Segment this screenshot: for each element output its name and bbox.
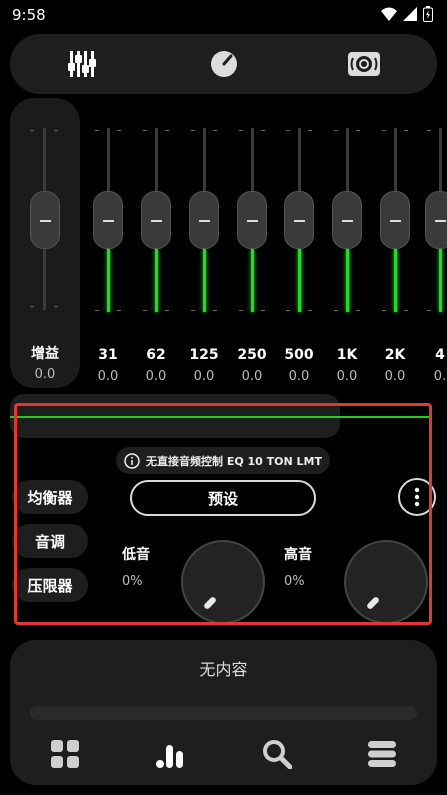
signal-icon [403,7,417,21]
status-icons [381,6,433,22]
band-slider-handle[interactable] [237,191,267,249]
tick [213,130,217,131]
band-slider-handle[interactable] [189,191,219,249]
tick [382,130,386,131]
tick [427,310,431,311]
tick [117,310,121,311]
band-level-fill [107,248,110,312]
tick [191,130,195,131]
search-button[interactable] [259,736,295,772]
tick [239,130,243,131]
band-slider-handle[interactable] [93,191,123,249]
tick [286,310,290,311]
band-frequency-label: 4 [435,347,445,363]
band-value: 0.0 [288,369,310,384]
tick [261,130,265,131]
progress-bar[interactable] [30,706,417,720]
tick [30,130,34,131]
tick [308,310,312,311]
tick [334,310,338,311]
tick [286,130,290,131]
tick [165,310,169,311]
tick [427,130,431,131]
band-value: 0.0 [193,369,215,384]
band-level-fill [155,248,158,312]
tick [95,310,99,311]
top-tab-bar [10,34,437,94]
band-frequency-label: 1K [336,347,358,363]
tick [239,310,243,311]
band-frequency-label: 31 [98,347,118,363]
gain-slider-handle[interactable] [30,191,60,249]
band-level-fill [251,248,254,312]
tick [334,130,338,131]
tick [404,310,408,311]
band-slider-handle[interactable] [380,191,410,249]
band-value: 0.0 [336,369,358,384]
menu-button[interactable] [364,736,400,772]
tab-equalizer[interactable] [62,44,102,84]
equalizer-sliders-icon [68,51,96,77]
tick [191,310,195,311]
band-frequency-label: 500 [284,347,314,363]
band-slider-handle[interactable] [284,191,314,249]
band-slider-handle[interactable] [141,191,171,249]
visualizer-button[interactable] [153,736,189,772]
tick [54,306,58,307]
tick [356,130,360,131]
battery-icon [423,6,433,22]
tick [165,130,169,131]
tick [30,306,34,307]
band-value: 0.0 [97,369,119,384]
tick [213,310,217,311]
gain-label: 增益 [31,346,59,362]
band-value: 0.0 [145,369,167,384]
gain-value: 0.0 [34,367,56,382]
band-level-fill [298,248,301,312]
band-frequency-label: 2K [384,347,406,363]
tick [95,130,99,131]
tick [261,310,265,311]
grid-icon [51,740,79,768]
tab-knob[interactable] [204,44,244,84]
band-value: 0. [433,369,447,384]
tick [356,310,360,311]
band-frequency-label: 250 [237,347,267,363]
tick [117,130,121,131]
bars-icon [156,745,183,768]
band-value: 0.0 [241,369,263,384]
search-icon [263,740,292,769]
status-bar: 9:58 [0,0,447,30]
speaker-icon [348,52,380,76]
wifi-icon [381,7,397,21]
list-icon [368,741,396,767]
band-level-fill [394,248,397,312]
band-level-fill [346,248,349,312]
tick [54,130,58,131]
no-content-text: 无内容 [199,660,248,679]
tick [308,130,312,131]
band-level-fill [439,248,442,312]
band-level-fill [203,248,206,312]
tick [382,310,386,311]
knob-icon [211,51,237,77]
highlight-box [14,403,432,625]
band-slider-handle[interactable] [425,191,447,249]
band-value: 0.0 [384,369,406,384]
band-frequency-label: 125 [189,347,219,363]
tick [404,130,408,131]
band-frequency-label: 62 [146,347,166,363]
status-time: 9:58 [12,6,46,24]
tick [143,130,147,131]
tab-speaker[interactable] [344,44,384,84]
tick [143,310,147,311]
grid-button[interactable] [47,736,83,772]
band-slider-handle[interactable] [332,191,362,249]
